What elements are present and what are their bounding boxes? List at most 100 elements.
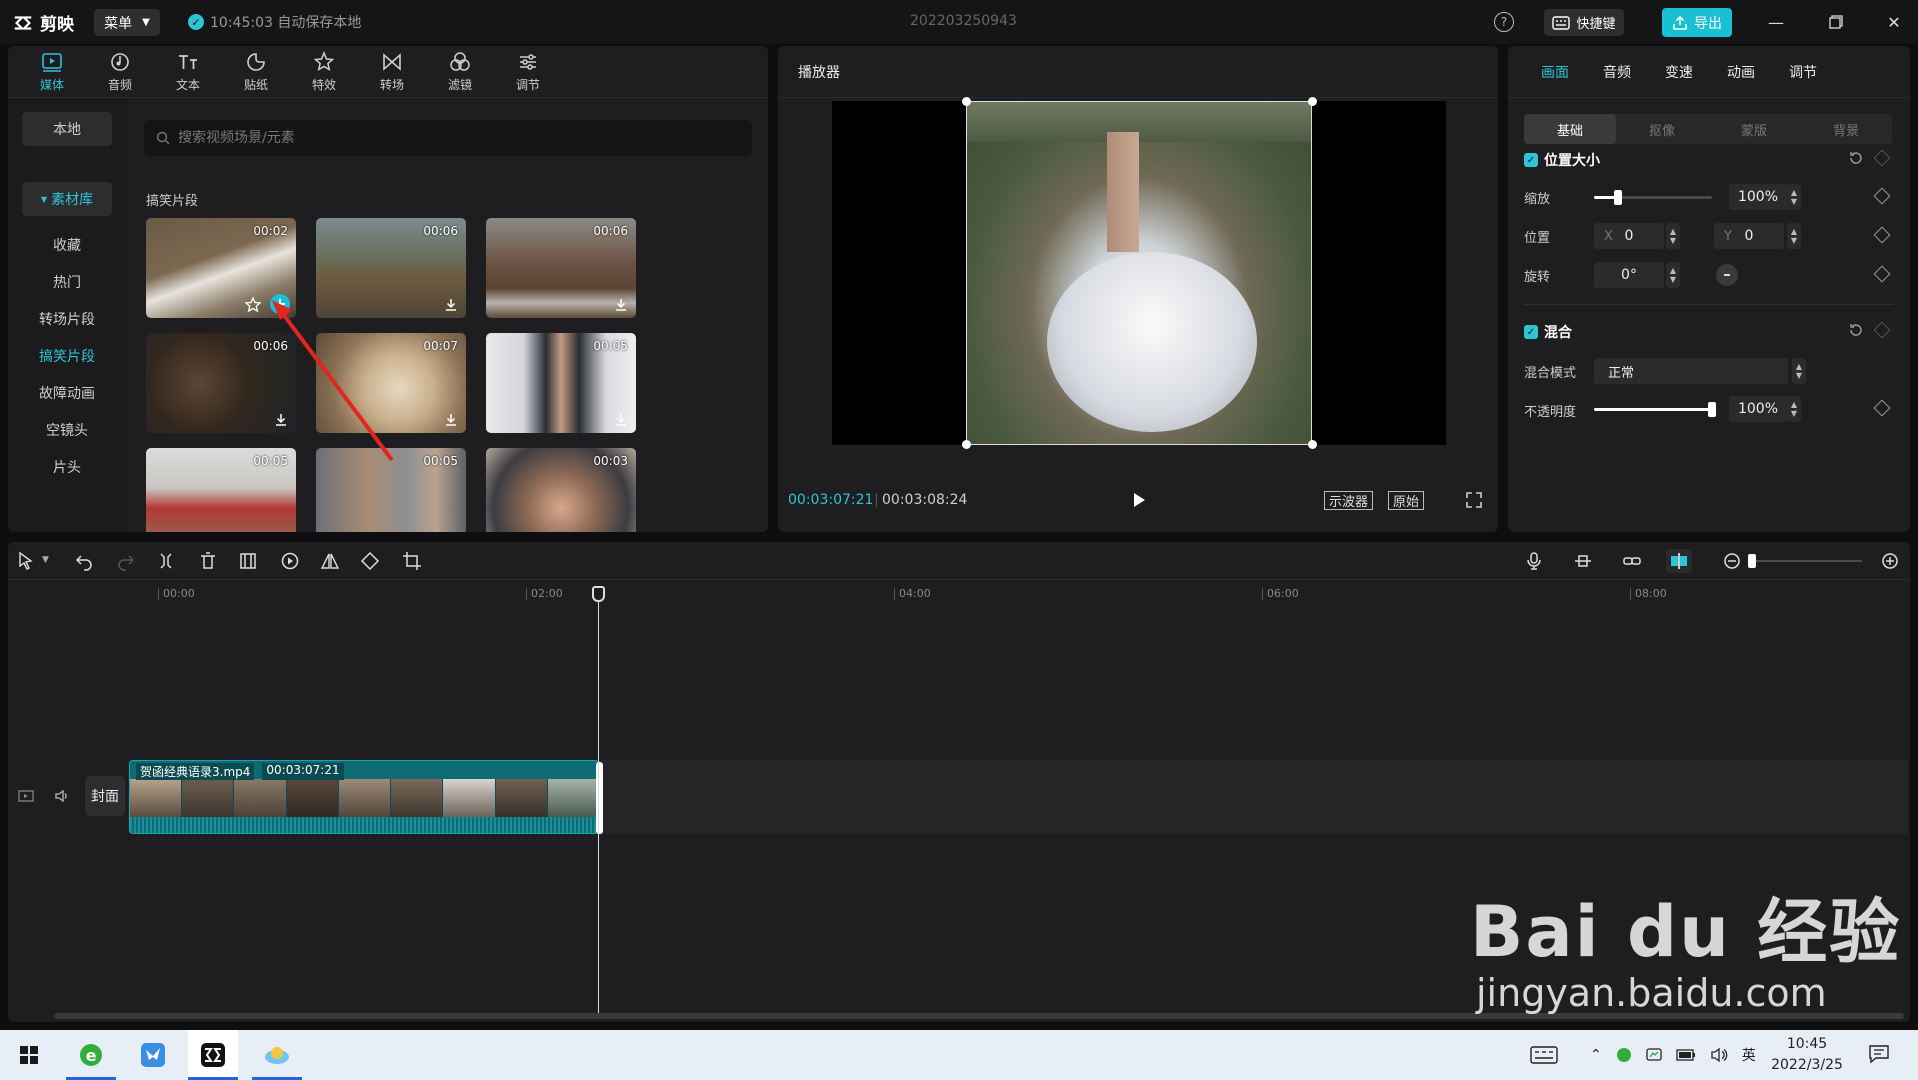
auto-snap-icon[interactable]: [1573, 551, 1593, 571]
keyframe-icon[interactable]: [1873, 226, 1891, 244]
nav-hot[interactable]: 热门: [22, 265, 112, 299]
cover-button[interactable]: 封面: [85, 776, 125, 816]
taskbar-clock[interactable]: 10:45 2022/3/25: [1762, 1034, 1852, 1076]
tab-sticker[interactable]: 贴纸: [222, 46, 290, 98]
tab-filter[interactable]: 滤镜: [426, 46, 494, 98]
tab-adjust[interactable]: 调节: [494, 46, 562, 98]
star-icon[interactable]: [244, 296, 262, 314]
y-stepper-icon[interactable]: ▲ ▼: [1787, 223, 1801, 249]
playhead-handle[interactable]: [592, 586, 605, 602]
start-button[interactable]: [4, 1030, 54, 1080]
tab-audio-props[interactable]: 音频: [1586, 46, 1648, 98]
taskbar-app-cloud[interactable]: [252, 1030, 302, 1080]
resize-handle[interactable]: [1308, 440, 1317, 449]
taskbar-browser[interactable]: e: [66, 1030, 116, 1080]
tab-audio[interactable]: 音频: [86, 46, 154, 98]
nav-intro[interactable]: 片头: [22, 450, 112, 484]
nav-glitch-animation[interactable]: 故障动画: [22, 376, 112, 410]
media-thumbnail[interactable]: 00:07: [316, 333, 466, 433]
tab-adjust-props[interactable]: 调节: [1772, 46, 1834, 98]
tab-picture[interactable]: 画面: [1524, 46, 1586, 98]
rotation-dial-icon[interactable]: [1716, 264, 1738, 286]
freeze-frame-icon[interactable]: [238, 551, 258, 571]
zoom-slider-knob[interactable]: [1748, 554, 1756, 568]
media-thumbnail[interactable]: 00:05: [316, 448, 466, 532]
redo-icon[interactable]: [116, 551, 136, 571]
shortcut-button[interactable]: 快捷键: [1544, 9, 1624, 36]
opacity-stepper-icon[interactable]: ▲ ▼: [1787, 396, 1801, 422]
undo-icon[interactable]: [74, 551, 94, 571]
reverse-play-icon[interactable]: [280, 551, 300, 571]
media-thumbnail[interactable]: 00:05: [146, 448, 296, 532]
select-cursor-icon[interactable]: [16, 551, 36, 571]
zoom-out-icon[interactable]: [1722, 551, 1742, 571]
nav-favorites[interactable]: 收藏: [22, 228, 112, 262]
keyframe-icon[interactable]: [1873, 399, 1891, 417]
nav-library[interactable]: ▼ 素材库: [22, 182, 112, 216]
download-icon[interactable]: [444, 298, 458, 312]
zoom-slider[interactable]: [1748, 554, 1862, 568]
fullscreen-icon[interactable]: [1466, 492, 1482, 508]
tab-speed[interactable]: 变速: [1648, 46, 1710, 98]
scope-button[interactable]: 示波器: [1324, 491, 1374, 510]
blend-mode-select[interactable]: 正常: [1594, 358, 1788, 384]
rotation-input[interactable]: 0°: [1594, 262, 1664, 288]
zoom-in-icon[interactable]: [1880, 551, 1900, 571]
keyframe-icon[interactable]: [1873, 265, 1891, 283]
ime-indicator[interactable]: 英: [1742, 1045, 1756, 1065]
media-thumbnail[interactable]: 00:06: [316, 218, 466, 318]
checkbox-icon[interactable]: ✓: [1524, 325, 1538, 339]
scale-slider-knob[interactable]: [1613, 190, 1622, 205]
tab-media[interactable]: 媒体: [18, 46, 86, 98]
reset-icon[interactable]: [1848, 150, 1864, 166]
keyframe-icon[interactable]: [1873, 321, 1891, 339]
subtab-mask[interactable]: 蒙版: [1708, 114, 1800, 144]
track-visibility-icon[interactable]: [18, 788, 34, 804]
ratio-button[interactable]: 原始: [1388, 491, 1425, 510]
export-button[interactable]: 导出: [1662, 8, 1732, 37]
nav-local[interactable]: 本地: [22, 112, 112, 146]
resize-handle[interactable]: [962, 97, 971, 106]
add-to-track-icon[interactable]: +: [270, 294, 290, 314]
subtab-basic[interactable]: 基础: [1524, 114, 1616, 144]
position-y-input[interactable]: Y 0: [1714, 223, 1784, 249]
opacity-slider-knob[interactable]: [1708, 402, 1716, 417]
media-thumbnail[interactable]: 00:05: [486, 333, 636, 433]
tab-animation[interactable]: 动画: [1710, 46, 1772, 98]
split-icon[interactable]: [156, 551, 176, 571]
media-thumbnail[interactable]: 00:06: [486, 218, 636, 318]
media-thumbnail[interactable]: 00:03: [486, 448, 636, 532]
preview-axis-toggle[interactable]: [1666, 549, 1692, 573]
help-icon[interactable]: ?: [1494, 12, 1514, 32]
tab-text[interactable]: 文本: [154, 46, 222, 98]
battery-icon[interactable]: [1676, 1049, 1696, 1061]
download-icon[interactable]: [614, 298, 628, 312]
keyboard-layout-icon[interactable]: [1530, 1046, 1558, 1064]
tab-effects[interactable]: 特效: [290, 46, 358, 98]
preview-viewport[interactable]: [832, 97, 1446, 449]
x-stepper-icon[interactable]: ▲ ▼: [1666, 223, 1680, 249]
opacity-input[interactable]: 100%: [1729, 396, 1787, 422]
resize-handle[interactable]: [1308, 97, 1317, 106]
microphone-icon[interactable]: [1524, 551, 1544, 571]
nav-funny-clips[interactable]: 搞笑片段: [22, 339, 112, 373]
nav-transition-clips[interactable]: 转场片段: [22, 302, 112, 336]
chevron-down-icon[interactable]: ▼: [42, 555, 49, 565]
rotation-stepper-icon[interactable]: ▲ ▼: [1666, 262, 1680, 288]
playhead[interactable]: [598, 594, 599, 1014]
mirror-icon[interactable]: [320, 551, 340, 571]
search-input[interactable]: [178, 130, 738, 146]
tab-transition[interactable]: 转场: [358, 46, 426, 98]
preview-frame[interactable]: [966, 101, 1312, 445]
play-icon[interactable]: [1128, 490, 1148, 510]
media-thumbnail[interactable]: 00:06: [146, 333, 296, 433]
blend-section[interactable]: ✓ 混合: [1524, 322, 1572, 342]
scale-input[interactable]: 100%: [1729, 184, 1787, 210]
timeline-clip[interactable]: 贺函经典语录3.mp4 00:03:07:21: [129, 760, 599, 834]
taskbar-app-blue[interactable]: [128, 1030, 178, 1080]
blend-mode-stepper-icon[interactable]: ▲ ▼: [1792, 358, 1806, 384]
checkbox-icon[interactable]: ✓: [1524, 153, 1538, 167]
nav-empty-shots[interactable]: 空镜头: [22, 413, 112, 447]
close-icon[interactable]: ✕: [1882, 10, 1906, 34]
position-size-section[interactable]: ✓ 位置大小: [1524, 150, 1600, 170]
